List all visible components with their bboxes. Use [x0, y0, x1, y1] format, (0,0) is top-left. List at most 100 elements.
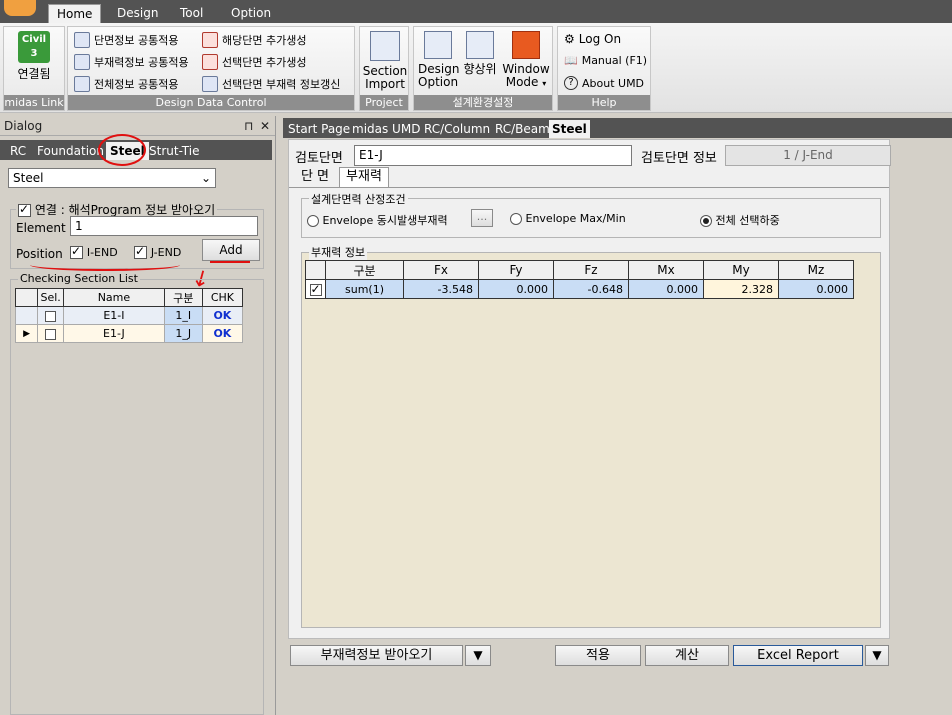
group-midas-link: Civil 3 연결됨 midas Link — [3, 26, 65, 111]
excel-dropdown-icon[interactable]: ▼ — [865, 645, 889, 666]
col-mx[interactable]: Mx — [628, 260, 704, 280]
improve-button[interactable]: 향상위 — [462, 31, 498, 76]
group-title-project: Project — [360, 95, 408, 110]
tab-strut-tie[interactable]: Strut-Tie — [149, 142, 199, 160]
col-fz[interactable]: Fz — [553, 260, 629, 280]
group-title-midas-link: midas Link — [4, 95, 64, 110]
section-input[interactable]: E1-J — [354, 145, 632, 166]
tab-midas-umd[interactable]: midas UMD — [352, 120, 420, 138]
tab-section[interactable]: 단 면 — [293, 168, 337, 187]
excel-report-button[interactable]: Excel Report — [733, 645, 863, 666]
about-button[interactable]: ? About UMD — [564, 76, 644, 90]
log-on-button[interactable]: ⚙ Log On — [564, 32, 621, 46]
window-mode-button[interactable]: Window Mode ▾ — [502, 31, 550, 90]
group-title-design-data: Design Data Control — [68, 95, 354, 110]
annotation-underline-position — [30, 259, 180, 271]
section-label: 검토단면 — [295, 151, 343, 166]
dialog-panel: Dialog ⊓ ✕ RC Foundation Steel Strut-Tie… — [0, 116, 276, 715]
col-fx[interactable]: Fx — [403, 260, 479, 280]
type-select[interactable]: Steel ⌄ — [8, 168, 216, 188]
pin-icon[interactable]: ⊓ — [244, 116, 253, 136]
tab-home[interactable]: Home — [48, 4, 102, 23]
refresh-force-button[interactable]: 선택단면 부재력 정보갱신 — [202, 76, 340, 92]
row-checkbox[interactable] — [45, 328, 57, 340]
checking-section-table: Sel. Name 구분 CHK E1-I 1_I OK ▶ E1-J 1_J … — [14, 288, 244, 343]
add-section-icon — [202, 32, 218, 48]
tab-forces[interactable]: 부재력 — [339, 167, 389, 187]
dropdown-arrow-icon: ▾ — [542, 79, 547, 88]
table-row[interactable]: sum(1) -3.548 0.000 -0.648 0.000 2.328 0… — [305, 279, 854, 299]
tab-rc-beam[interactable]: RC/Beam — [495, 120, 550, 138]
i-end-checkbox[interactable] — [70, 244, 83, 259]
table-row[interactable]: ▶ E1-J 1_J OK — [14, 324, 244, 343]
design-option-button[interactable]: Design Option — [418, 31, 459, 89]
force-icon — [74, 54, 90, 70]
row-checkbox[interactable] — [45, 310, 57, 322]
tab-foundation[interactable]: Foundation — [37, 142, 104, 160]
col-sel[interactable]: Sel. — [37, 288, 65, 307]
radio-all-loads[interactable]: 전체 선택하중 — [700, 212, 780, 228]
annotation-circle-steel — [98, 134, 146, 166]
log-on-icon: ⚙ — [564, 32, 575, 46]
force-group — [301, 252, 881, 628]
chevron-down-icon: ⌄ — [200, 171, 211, 185]
col-mz[interactable]: Mz — [778, 260, 854, 280]
manual-icon: 📖 — [564, 54, 578, 67]
element-label: Element — [16, 221, 66, 235]
add-selected-section-button[interactable]: 선택단면 추가생성 — [202, 54, 306, 70]
col-chk[interactable]: CHK — [201, 288, 244, 307]
force-common-apply-button[interactable]: 부재력정보 공통적용 — [74, 54, 189, 70]
add-section-button[interactable]: 해당단면 추가생성 — [202, 32, 306, 48]
i-end-checkbox-row[interactable]: I-END — [70, 244, 118, 259]
col-fy[interactable]: Fy — [478, 260, 554, 280]
calculate-button[interactable]: 계산 — [645, 645, 729, 666]
tab-steel-doc[interactable]: Steel — [549, 120, 590, 138]
j-end-checkbox-row[interactable]: J-END — [134, 244, 181, 259]
section-import-button[interactable]: Section Import — [362, 31, 408, 91]
j-end-checkbox[interactable] — [134, 244, 147, 259]
tab-rc[interactable]: RC — [10, 142, 26, 160]
dialog-title: Dialog — [4, 119, 43, 133]
chk-status: OK — [201, 324, 244, 343]
civil-connect-button[interactable]: Civil 3 연결됨 — [14, 31, 54, 81]
civil-icon: Civil 3 — [18, 31, 50, 63]
improve-icon — [466, 31, 494, 59]
tab-rc-column[interactable]: RC/Column — [424, 120, 490, 138]
col-type[interactable]: 구분 — [163, 288, 203, 307]
col-name[interactable]: Name — [63, 288, 165, 307]
tab-option[interactable]: Option — [223, 4, 279, 23]
dialog-header: Dialog ⊓ ✕ — [0, 116, 275, 136]
force-table: 구분 Fx Fy Fz Mx My Mz sum(1) -3.548 0.000… — [305, 260, 854, 299]
group-project: Section Import Project — [359, 26, 409, 111]
app-logo-icon[interactable] — [4, 0, 36, 16]
manual-button[interactable]: 📖 Manual (F1) — [564, 54, 647, 67]
close-icon[interactable]: ✕ — [260, 116, 270, 136]
connect-label: 연결됨 — [17, 67, 51, 81]
table-row[interactable]: E1-I 1_I OK — [14, 306, 244, 325]
tab-start-page[interactable]: Start Page — [288, 120, 350, 138]
radio-envelope-sim[interactable]: Envelope 동시발생부재력 — [307, 212, 448, 228]
col-my[interactable]: My — [703, 260, 779, 280]
ribbon: Civil 3 연결됨 midas Link 단면정보 공통적용 부재력정보 공통… — [0, 23, 952, 113]
window-mode-icon — [512, 31, 540, 59]
checking-list-title: Checking Section List — [18, 272, 140, 285]
tab-design[interactable]: Design — [109, 4, 166, 23]
apply-button[interactable]: 적용 — [555, 645, 641, 666]
get-forces-button[interactable]: 부재력정보 받아오기 — [290, 645, 463, 666]
document-tab-bar: Start Page midas UMD RC/Column RC/Beam S… — [283, 118, 952, 138]
tab-tool[interactable]: Tool — [172, 4, 211, 23]
col-type-force[interactable]: 구분 — [325, 260, 404, 280]
annotation-underline-add — [210, 261, 250, 263]
section-icon — [74, 32, 90, 48]
group-settings: Design Option 향상위 Window Mode ▾ 설계환경설정 — [413, 26, 553, 111]
section-common-apply-button[interactable]: 단면정보 공통적용 — [74, 32, 178, 48]
force-row-checkbox[interactable] — [309, 282, 322, 296]
chk-status: OK — [201, 306, 244, 325]
connect-checkbox[interactable] — [18, 202, 31, 217]
all-common-apply-button[interactable]: 전체정보 공통적용 — [74, 76, 178, 92]
envelope-options-button[interactable]: ... — [471, 209, 493, 227]
get-forces-dropdown-icon[interactable]: ▼ — [465, 645, 491, 666]
add-button[interactable]: Add — [202, 239, 260, 261]
element-input[interactable]: 1 — [70, 216, 258, 236]
radio-envelope-maxmin[interactable]: Envelope Max/Min — [510, 212, 626, 225]
